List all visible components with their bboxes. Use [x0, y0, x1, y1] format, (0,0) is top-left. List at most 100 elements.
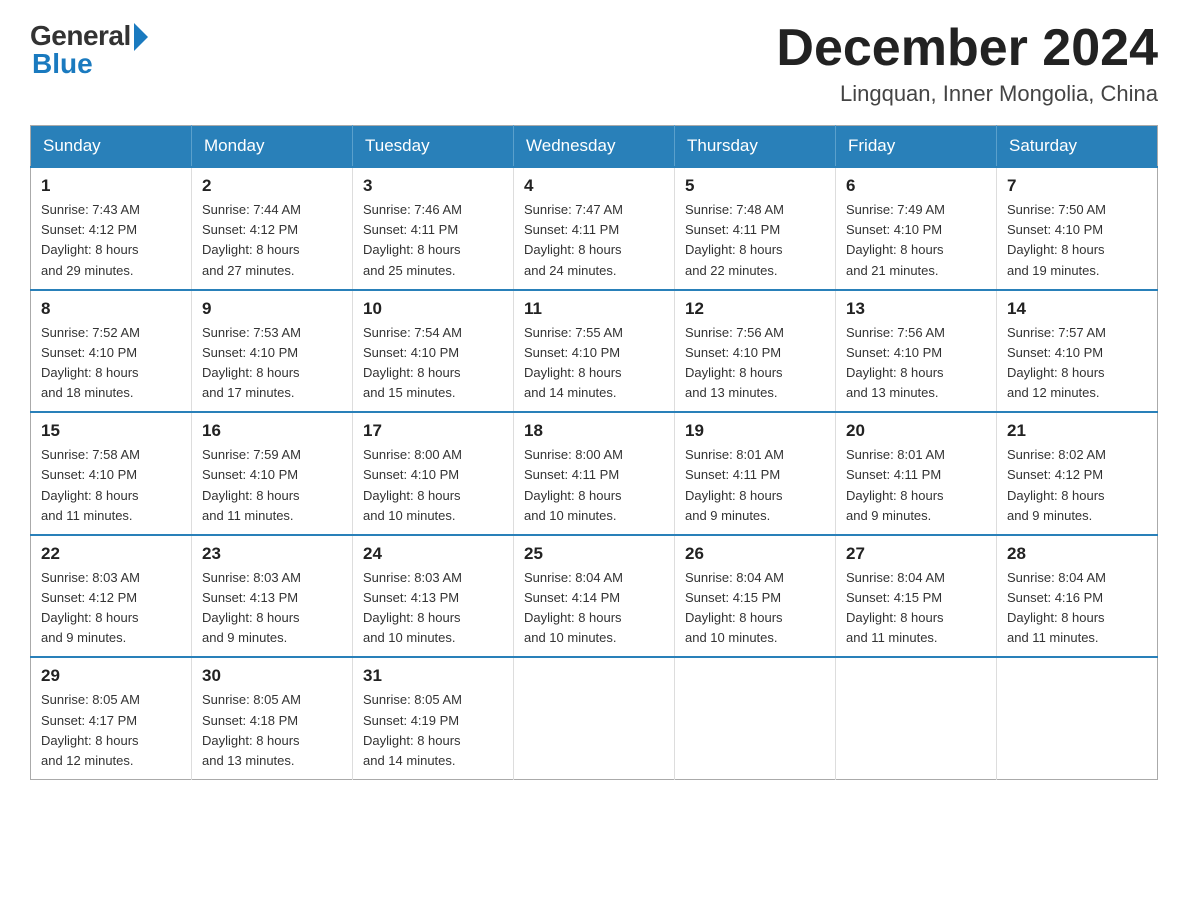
- day-number: 8: [41, 299, 181, 319]
- calendar-week-2: 8 Sunrise: 7:52 AM Sunset: 4:10 PM Dayli…: [31, 290, 1158, 413]
- day-number: 14: [1007, 299, 1147, 319]
- day-number: 20: [846, 421, 986, 441]
- calendar-cell: 13 Sunrise: 7:56 AM Sunset: 4:10 PM Dayl…: [836, 290, 997, 413]
- calendar-cell: 27 Sunrise: 8:04 AM Sunset: 4:15 PM Dayl…: [836, 535, 997, 658]
- day-number: 24: [363, 544, 503, 564]
- day-number: 29: [41, 666, 181, 686]
- day-number: 9: [202, 299, 342, 319]
- weekday-header-friday: Friday: [836, 126, 997, 168]
- day-number: 30: [202, 666, 342, 686]
- day-info: Sunrise: 7:52 AM Sunset: 4:10 PM Dayligh…: [41, 323, 181, 404]
- day-number: 11: [524, 299, 664, 319]
- calendar-cell: 4 Sunrise: 7:47 AM Sunset: 4:11 PM Dayli…: [514, 167, 675, 290]
- day-info: Sunrise: 7:46 AM Sunset: 4:11 PM Dayligh…: [363, 200, 503, 281]
- day-number: 22: [41, 544, 181, 564]
- day-info: Sunrise: 8:01 AM Sunset: 4:11 PM Dayligh…: [846, 445, 986, 526]
- day-number: 26: [685, 544, 825, 564]
- calendar-cell: [514, 657, 675, 779]
- day-info: Sunrise: 8:04 AM Sunset: 4:15 PM Dayligh…: [685, 568, 825, 649]
- calendar-cell: 10 Sunrise: 7:54 AM Sunset: 4:10 PM Dayl…: [353, 290, 514, 413]
- day-info: Sunrise: 8:05 AM Sunset: 4:19 PM Dayligh…: [363, 690, 503, 771]
- day-number: 31: [363, 666, 503, 686]
- calendar-cell: 31 Sunrise: 8:05 AM Sunset: 4:19 PM Dayl…: [353, 657, 514, 779]
- day-number: 17: [363, 421, 503, 441]
- calendar-cell: 3 Sunrise: 7:46 AM Sunset: 4:11 PM Dayli…: [353, 167, 514, 290]
- day-info: Sunrise: 8:05 AM Sunset: 4:17 PM Dayligh…: [41, 690, 181, 771]
- day-info: Sunrise: 8:00 AM Sunset: 4:10 PM Dayligh…: [363, 445, 503, 526]
- day-info: Sunrise: 7:53 AM Sunset: 4:10 PM Dayligh…: [202, 323, 342, 404]
- calendar-cell: 29 Sunrise: 8:05 AM Sunset: 4:17 PM Dayl…: [31, 657, 192, 779]
- day-info: Sunrise: 7:50 AM Sunset: 4:10 PM Dayligh…: [1007, 200, 1147, 281]
- calendar-cell: 8 Sunrise: 7:52 AM Sunset: 4:10 PM Dayli…: [31, 290, 192, 413]
- day-info: Sunrise: 8:00 AM Sunset: 4:11 PM Dayligh…: [524, 445, 664, 526]
- calendar-cell: 28 Sunrise: 8:04 AM Sunset: 4:16 PM Dayl…: [997, 535, 1158, 658]
- page-header: General Blue December 2024 Lingquan, Inn…: [30, 20, 1158, 107]
- day-number: 5: [685, 176, 825, 196]
- day-info: Sunrise: 8:03 AM Sunset: 4:13 PM Dayligh…: [202, 568, 342, 649]
- calendar-cell: 19 Sunrise: 8:01 AM Sunset: 4:11 PM Dayl…: [675, 412, 836, 535]
- day-info: Sunrise: 7:59 AM Sunset: 4:10 PM Dayligh…: [202, 445, 342, 526]
- day-number: 12: [685, 299, 825, 319]
- calendar-cell: 12 Sunrise: 7:56 AM Sunset: 4:10 PM Dayl…: [675, 290, 836, 413]
- calendar-week-5: 29 Sunrise: 8:05 AM Sunset: 4:17 PM Dayl…: [31, 657, 1158, 779]
- calendar-table: SundayMondayTuesdayWednesdayThursdayFrid…: [30, 125, 1158, 780]
- calendar-cell: 18 Sunrise: 8:00 AM Sunset: 4:11 PM Dayl…: [514, 412, 675, 535]
- day-info: Sunrise: 7:56 AM Sunset: 4:10 PM Dayligh…: [846, 323, 986, 404]
- calendar-week-3: 15 Sunrise: 7:58 AM Sunset: 4:10 PM Dayl…: [31, 412, 1158, 535]
- day-number: 16: [202, 421, 342, 441]
- calendar-cell: 25 Sunrise: 8:04 AM Sunset: 4:14 PM Dayl…: [514, 535, 675, 658]
- day-info: Sunrise: 7:48 AM Sunset: 4:11 PM Dayligh…: [685, 200, 825, 281]
- day-info: Sunrise: 8:04 AM Sunset: 4:14 PM Dayligh…: [524, 568, 664, 649]
- calendar-cell: 20 Sunrise: 8:01 AM Sunset: 4:11 PM Dayl…: [836, 412, 997, 535]
- calendar-week-4: 22 Sunrise: 8:03 AM Sunset: 4:12 PM Dayl…: [31, 535, 1158, 658]
- day-info: Sunrise: 8:01 AM Sunset: 4:11 PM Dayligh…: [685, 445, 825, 526]
- day-number: 1: [41, 176, 181, 196]
- weekday-header-sunday: Sunday: [31, 126, 192, 168]
- weekday-header-wednesday: Wednesday: [514, 126, 675, 168]
- calendar-cell: 17 Sunrise: 8:00 AM Sunset: 4:10 PM Dayl…: [353, 412, 514, 535]
- calendar-cell: [997, 657, 1158, 779]
- calendar-cell: 30 Sunrise: 8:05 AM Sunset: 4:18 PM Dayl…: [192, 657, 353, 779]
- day-number: 10: [363, 299, 503, 319]
- calendar-cell: [836, 657, 997, 779]
- weekday-header-thursday: Thursday: [675, 126, 836, 168]
- day-number: 3: [363, 176, 503, 196]
- calendar-cell: 6 Sunrise: 7:49 AM Sunset: 4:10 PM Dayli…: [836, 167, 997, 290]
- title-section: December 2024 Lingquan, Inner Mongolia, …: [776, 20, 1158, 107]
- day-info: Sunrise: 7:57 AM Sunset: 4:10 PM Dayligh…: [1007, 323, 1147, 404]
- day-number: 19: [685, 421, 825, 441]
- day-number: 25: [524, 544, 664, 564]
- day-number: 13: [846, 299, 986, 319]
- day-number: 18: [524, 421, 664, 441]
- day-number: 6: [846, 176, 986, 196]
- day-info: Sunrise: 8:03 AM Sunset: 4:12 PM Dayligh…: [41, 568, 181, 649]
- calendar-cell: 21 Sunrise: 8:02 AM Sunset: 4:12 PM Dayl…: [997, 412, 1158, 535]
- day-info: Sunrise: 7:43 AM Sunset: 4:12 PM Dayligh…: [41, 200, 181, 281]
- weekday-header-row: SundayMondayTuesdayWednesdayThursdayFrid…: [31, 126, 1158, 168]
- day-info: Sunrise: 7:56 AM Sunset: 4:10 PM Dayligh…: [685, 323, 825, 404]
- calendar-cell: 16 Sunrise: 7:59 AM Sunset: 4:10 PM Dayl…: [192, 412, 353, 535]
- day-info: Sunrise: 8:02 AM Sunset: 4:12 PM Dayligh…: [1007, 445, 1147, 526]
- day-number: 2: [202, 176, 342, 196]
- day-number: 28: [1007, 544, 1147, 564]
- calendar-cell: 11 Sunrise: 7:55 AM Sunset: 4:10 PM Dayl…: [514, 290, 675, 413]
- day-info: Sunrise: 8:05 AM Sunset: 4:18 PM Dayligh…: [202, 690, 342, 771]
- day-info: Sunrise: 8:04 AM Sunset: 4:15 PM Dayligh…: [846, 568, 986, 649]
- calendar-cell: 22 Sunrise: 8:03 AM Sunset: 4:12 PM Dayl…: [31, 535, 192, 658]
- day-info: Sunrise: 8:04 AM Sunset: 4:16 PM Dayligh…: [1007, 568, 1147, 649]
- calendar-cell: [675, 657, 836, 779]
- calendar-cell: 1 Sunrise: 7:43 AM Sunset: 4:12 PM Dayli…: [31, 167, 192, 290]
- logo-arrow-icon: [134, 23, 148, 51]
- calendar-cell: 7 Sunrise: 7:50 AM Sunset: 4:10 PM Dayli…: [997, 167, 1158, 290]
- calendar-week-1: 1 Sunrise: 7:43 AM Sunset: 4:12 PM Dayli…: [31, 167, 1158, 290]
- calendar-cell: 14 Sunrise: 7:57 AM Sunset: 4:10 PM Dayl…: [997, 290, 1158, 413]
- day-number: 4: [524, 176, 664, 196]
- calendar-cell: 5 Sunrise: 7:48 AM Sunset: 4:11 PM Dayli…: [675, 167, 836, 290]
- day-number: 21: [1007, 421, 1147, 441]
- weekday-header-tuesday: Tuesday: [353, 126, 514, 168]
- weekday-header-saturday: Saturday: [997, 126, 1158, 168]
- calendar-cell: 26 Sunrise: 8:04 AM Sunset: 4:15 PM Dayl…: [675, 535, 836, 658]
- day-number: 7: [1007, 176, 1147, 196]
- day-number: 27: [846, 544, 986, 564]
- location-label: Lingquan, Inner Mongolia, China: [776, 81, 1158, 107]
